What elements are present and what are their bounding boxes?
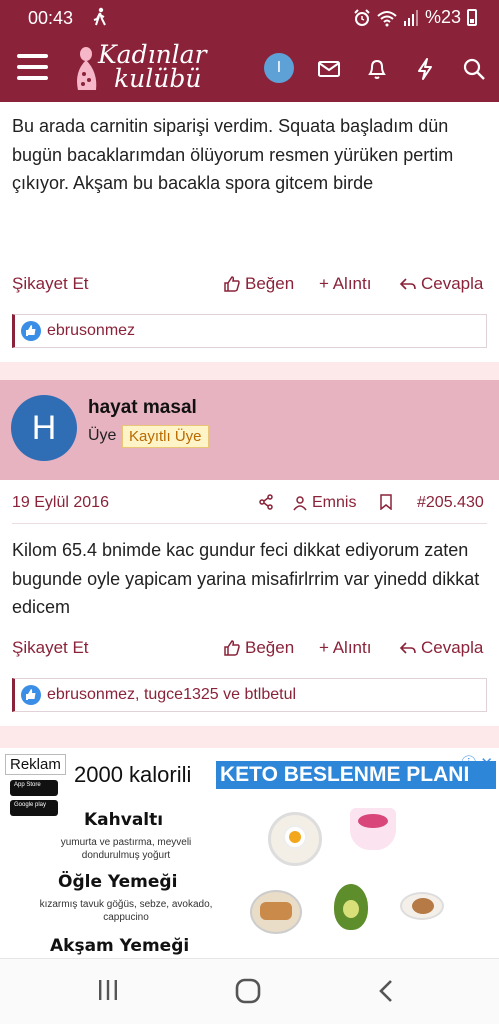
post-text: Kilom 65.4 bnimde kac gundur feci dikkat… bbox=[12, 540, 480, 617]
recent-apps-icon[interactable] bbox=[96, 977, 120, 1003]
liked-by-text[interactable]: ebrusonmez, tugce1325 ve btlbetul bbox=[47, 686, 296, 704]
meal-title: Öğle Yemeği bbox=[58, 872, 178, 892]
author-badge: Kayıtlı Üye bbox=[122, 425, 209, 448]
site-logo[interactable]: Kadınlar kulübü bbox=[70, 40, 210, 96]
liked-by-text[interactable]: ebrusonmez bbox=[47, 322, 135, 340]
emnis-button[interactable]: Emnis bbox=[292, 494, 356, 512]
quote-label: + Alıntı bbox=[319, 274, 372, 293]
status-time: 00:43 bbox=[28, 8, 74, 28]
meal-desc: kızarmış tavuk göğüs, sebze, avokado, ca… bbox=[39, 899, 213, 923]
author-avatar[interactable]: H bbox=[11, 395, 77, 461]
user-avatar[interactable]: I bbox=[264, 53, 294, 83]
like-button[interactable]: Beğen bbox=[223, 274, 294, 294]
post-text: Bu arada carnitin siparişi verdim. Squat… bbox=[12, 116, 454, 193]
user-icon bbox=[293, 496, 307, 511]
mail-icon[interactable] bbox=[316, 56, 342, 82]
quote-label: + Alıntı bbox=[319, 638, 372, 657]
food-image bbox=[334, 884, 368, 930]
logo-text-line2: kulübü bbox=[114, 64, 202, 93]
battery-icon bbox=[467, 9, 477, 26]
likes-bar[interactable]: ebrusonmez, tugce1325 ve btlbetul bbox=[12, 678, 487, 712]
share-button[interactable] bbox=[258, 494, 274, 510]
share-icon bbox=[259, 494, 273, 510]
meal-title: Akşam Yemeği bbox=[50, 936, 190, 956]
signal-icon bbox=[403, 9, 418, 26]
food-image bbox=[268, 812, 322, 866]
report-link[interactable]: Şikayet Et bbox=[12, 274, 89, 294]
reply-label: Cevapla bbox=[421, 638, 484, 657]
search-icon[interactable] bbox=[461, 56, 487, 82]
reply-label: Cevapla bbox=[421, 274, 484, 293]
system-nav-bar bbox=[0, 958, 499, 1024]
post-author-header: H hayat masal Üye Kayıtlı Üye bbox=[0, 380, 499, 480]
emnis-label: Emnis bbox=[312, 494, 357, 511]
reply-icon bbox=[399, 278, 416, 290]
like-button[interactable]: Beğen bbox=[223, 638, 294, 658]
home-icon[interactable] bbox=[234, 977, 262, 1005]
quote-button[interactable]: + Alıntı bbox=[319, 274, 371, 294]
like-label: Beğen bbox=[245, 274, 295, 293]
thumbs-up-icon bbox=[224, 276, 240, 292]
status-icons: %23 bbox=[353, 7, 477, 28]
bookmark-icon bbox=[380, 494, 392, 510]
ad-headline-highlight: KETO BESLENME PLANI bbox=[216, 761, 496, 789]
food-image bbox=[400, 892, 444, 920]
app-store-badge[interactable]: App Store bbox=[10, 780, 58, 796]
post-actions: Şikayet Et Beğen + Alıntı Cevapla bbox=[12, 274, 487, 298]
walking-icon bbox=[93, 7, 106, 26]
ad-label: Reklam bbox=[5, 754, 66, 775]
post-card: Bu arada carnitin siparişi verdim. Squat… bbox=[0, 102, 499, 362]
post-meta: 19 Eylül 2016 Emnis #205.430 bbox=[12, 484, 487, 524]
meal-title: Kahvaltı bbox=[84, 810, 164, 830]
menu-icon[interactable] bbox=[17, 54, 48, 80]
like-label: Beğen bbox=[245, 638, 295, 657]
like-badge-icon bbox=[21, 321, 41, 341]
ad-headline-prefix: 2000 kalorili bbox=[74, 762, 192, 787]
author-name[interactable]: hayat masal bbox=[88, 397, 197, 419]
thumbs-up-icon bbox=[224, 640, 240, 656]
reply-icon bbox=[399, 642, 416, 654]
status-bar: 00:43 %23 bbox=[0, 0, 499, 34]
post-card: H hayat masal Üye Kayıtlı Üye 19 Eylül 2… bbox=[0, 380, 499, 726]
reply-button[interactable]: Cevapla bbox=[399, 274, 483, 294]
like-badge-icon bbox=[21, 685, 41, 705]
food-image bbox=[250, 890, 302, 934]
quote-button[interactable]: + Alıntı bbox=[319, 638, 371, 658]
food-image bbox=[350, 808, 396, 850]
post-actions: Şikayet Et Beğen + Alıntı Cevapla bbox=[12, 638, 487, 662]
back-icon[interactable] bbox=[376, 977, 396, 1005]
reply-button[interactable]: Cevapla bbox=[399, 638, 483, 658]
battery-percent: %23 bbox=[424, 7, 461, 27]
meal-desc: yumurta ve pastırma, meyveli dondurulmuş… bbox=[60, 837, 192, 861]
alarm-icon bbox=[354, 8, 370, 26]
bookmark-button[interactable] bbox=[379, 494, 393, 510]
lightning-icon[interactable] bbox=[412, 56, 438, 82]
likes-bar[interactable]: ebrusonmez bbox=[12, 314, 487, 348]
advertisement[interactable]: Reklam ⓘ ✕ 2000 kalorili KETO BESLENME P… bbox=[0, 748, 499, 958]
bell-icon[interactable] bbox=[364, 56, 390, 82]
app-header: Kadınlar kulübü I bbox=[0, 34, 499, 102]
wifi-icon bbox=[377, 10, 397, 26]
report-link[interactable]: Şikayet Et bbox=[12, 638, 89, 658]
post-number[interactable]: #205.430 bbox=[417, 494, 484, 512]
author-role: Üye bbox=[88, 427, 117, 444]
google-play-badge[interactable]: Google play bbox=[10, 800, 58, 816]
post-date[interactable]: 19 Eylül 2016 bbox=[12, 494, 109, 512]
